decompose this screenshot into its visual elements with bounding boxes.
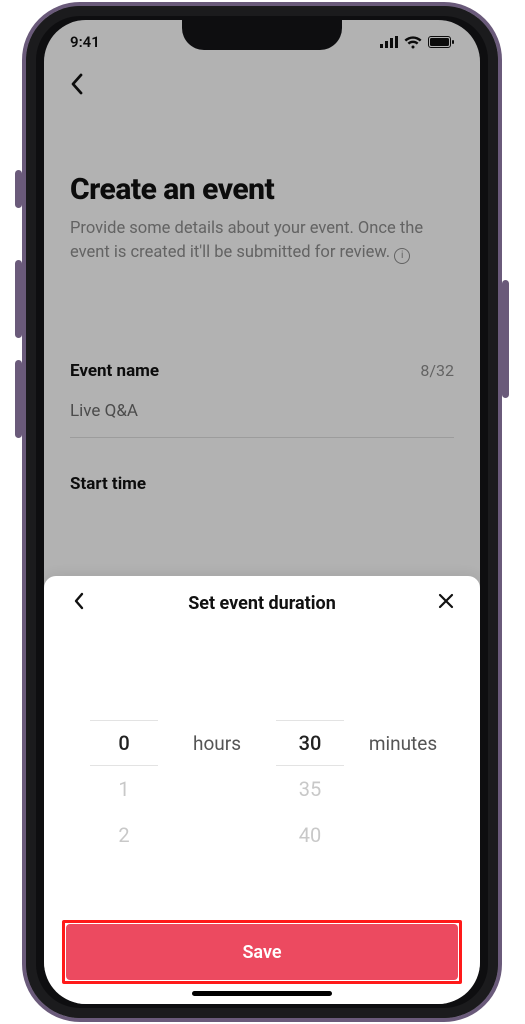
event-name-label: Event name: [70, 361, 159, 381]
back-button[interactable]: [70, 73, 83, 99]
info-icon[interactable]: i: [394, 248, 410, 264]
sheet-close-button[interactable]: [434, 592, 458, 614]
cellular-icon: [380, 36, 398, 48]
sheet-title: Set event duration: [188, 593, 336, 614]
duration-sheet: Set event duration 0 1 2 hours 30 35: [44, 576, 480, 1004]
wifi-icon: [404, 36, 422, 49]
sheet-back-button[interactable]: [66, 592, 90, 615]
minutes-column[interactable]: 30 35 40: [262, 660, 358, 890]
page-title: Create an event: [70, 172, 454, 207]
start-time-label: Start time: [70, 474, 146, 494]
event-name-counter: 8/32: [420, 361, 454, 380]
hours-selected[interactable]: 0: [76, 720, 172, 766]
clock: 9:41: [70, 33, 100, 51]
page-subtitle: Provide some details about your event. O…: [70, 217, 454, 265]
minutes-selected[interactable]: 30: [262, 720, 358, 766]
hours-unit: hours: [172, 720, 262, 766]
save-button[interactable]: Save: [66, 924, 458, 980]
event-name-input[interactable]: Live Q&A: [70, 401, 454, 438]
battery-icon: [428, 36, 454, 48]
hours-column[interactable]: 0 1 2: [76, 660, 172, 890]
home-indicator[interactable]: [192, 991, 332, 996]
duration-picker[interactable]: 0 1 2 hours 30 35 40 minutes: [66, 660, 458, 890]
minutes-unit: minutes: [358, 720, 448, 766]
